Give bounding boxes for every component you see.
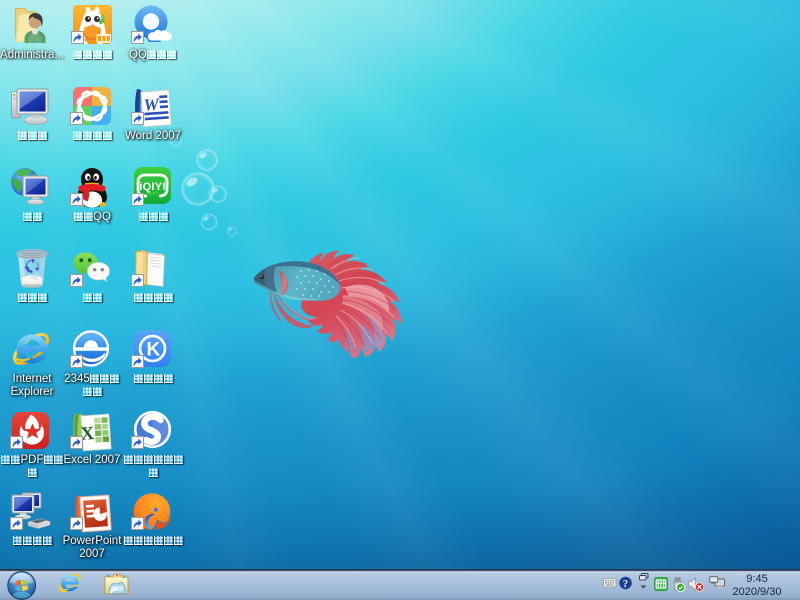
svg-text:K: K <box>147 340 161 361</box>
svg-text:?: ? <box>623 579 628 590</box>
svg-text:iQIYI: iQIYI <box>139 181 166 193</box>
